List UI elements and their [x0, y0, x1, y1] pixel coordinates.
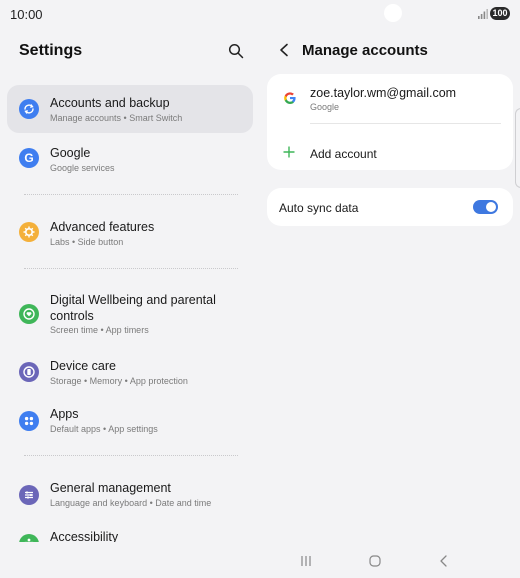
settings-item-subtitle: Screen time • App timers: [50, 325, 149, 335]
settings-item-google[interactable]: G Google Google services: [7, 136, 253, 182]
toggle-knob: [486, 202, 496, 212]
page-title: Settings: [19, 42, 83, 59]
recent-apps-icon[interactable]: [299, 554, 313, 568]
signal-icon: [478, 9, 488, 19]
camera-cutout: [384, 4, 402, 22]
back-icon[interactable]: [437, 554, 451, 568]
manage-accounts-title: Manage accounts: [302, 42, 428, 59]
settings-item-apps[interactable]: Apps Default apps • App settings: [7, 400, 253, 444]
settings-item-device-care[interactable]: Device care Storage • Memory • App prote…: [7, 351, 253, 395]
settings-item-title: Accounts and backup: [50, 96, 170, 110]
manage-accounts-pane: Manage accounts zoe.taylor.wm@gmail.com …: [260, 28, 520, 542]
settings-item-accessibility[interactable]: Accessibility: [7, 523, 253, 542]
home-icon[interactable]: [368, 554, 382, 568]
settings-item-title: Apps: [50, 407, 79, 421]
settings-item-digital-wellbeing[interactable]: Digital Wellbeing and parental controls …: [7, 286, 253, 340]
auto-sync-row[interactable]: Auto sync data: [267, 188, 513, 226]
settings-item-advanced-features[interactable]: Advanced features Labs • Side button: [7, 210, 253, 256]
battery-indicator: 100: [490, 7, 510, 20]
settings-item-subtitle: Labs • Side button: [50, 237, 124, 247]
accessibility-icon: [19, 534, 39, 542]
heart-ring-icon: [19, 304, 39, 324]
settings-item-subtitle: Language and keyboard • Date and time: [50, 498, 212, 508]
add-account-label: Add account: [310, 147, 377, 161]
settings-item-accounts-and-backup[interactable]: Accounts and backup Manage accounts • Sm…: [7, 85, 253, 133]
settings-item-title: Accessibility: [50, 530, 119, 542]
section-divider: [24, 268, 238, 269]
google-g-icon: G: [19, 148, 39, 168]
settings-item-subtitle: Manage accounts • Smart Switch: [50, 113, 183, 123]
settings-item-subtitle: Google services: [50, 163, 115, 173]
settings-item-subtitle: Storage • Memory • App protection: [50, 376, 188, 386]
edge-panel-handle[interactable]: [515, 108, 520, 188]
settings-item-title: Google: [50, 146, 91, 160]
navigation-bar: [0, 542, 520, 578]
svg-text:G: G: [24, 151, 33, 165]
account-provider: Google: [310, 102, 340, 112]
accounts-card: zoe.taylor.wm@gmail.com Google Add accou…: [267, 74, 513, 170]
account-email: zoe.taylor.wm@gmail.com: [310, 86, 457, 100]
sync-icon: [19, 99, 39, 119]
search-icon[interactable]: [228, 43, 244, 59]
plus-icon: [283, 146, 295, 158]
settings-item-subtitle: Default apps • App settings: [50, 424, 158, 434]
apps-grid-icon: [19, 411, 39, 431]
settings-item-general-management[interactable]: General management Language and keyboard…: [7, 474, 253, 518]
back-arrow-icon[interactable]: [278, 43, 290, 57]
auto-sync-toggle[interactable]: [473, 200, 498, 214]
auto-sync-label: Auto sync data: [279, 201, 359, 215]
settings-item-title: Advanced features: [50, 220, 155, 234]
section-divider: [24, 455, 238, 456]
section-divider: [24, 194, 238, 195]
settings-pane: Settings Accounts and backup Manage acco…: [0, 28, 260, 542]
sliders-icon: [19, 485, 39, 505]
settings-item-title: Digital Wellbeing and parental controls: [50, 293, 216, 323]
gear-plus-icon: [19, 222, 39, 242]
device-care-icon: [19, 362, 39, 382]
card-divider: [310, 123, 501, 124]
settings-item-title: Device care: [50, 359, 116, 373]
google-logo-icon: [284, 92, 296, 104]
settings-item-title: General management: [50, 481, 171, 495]
status-bar: 10:00 100: [0, 0, 520, 28]
status-time: 10:00: [10, 7, 43, 22]
